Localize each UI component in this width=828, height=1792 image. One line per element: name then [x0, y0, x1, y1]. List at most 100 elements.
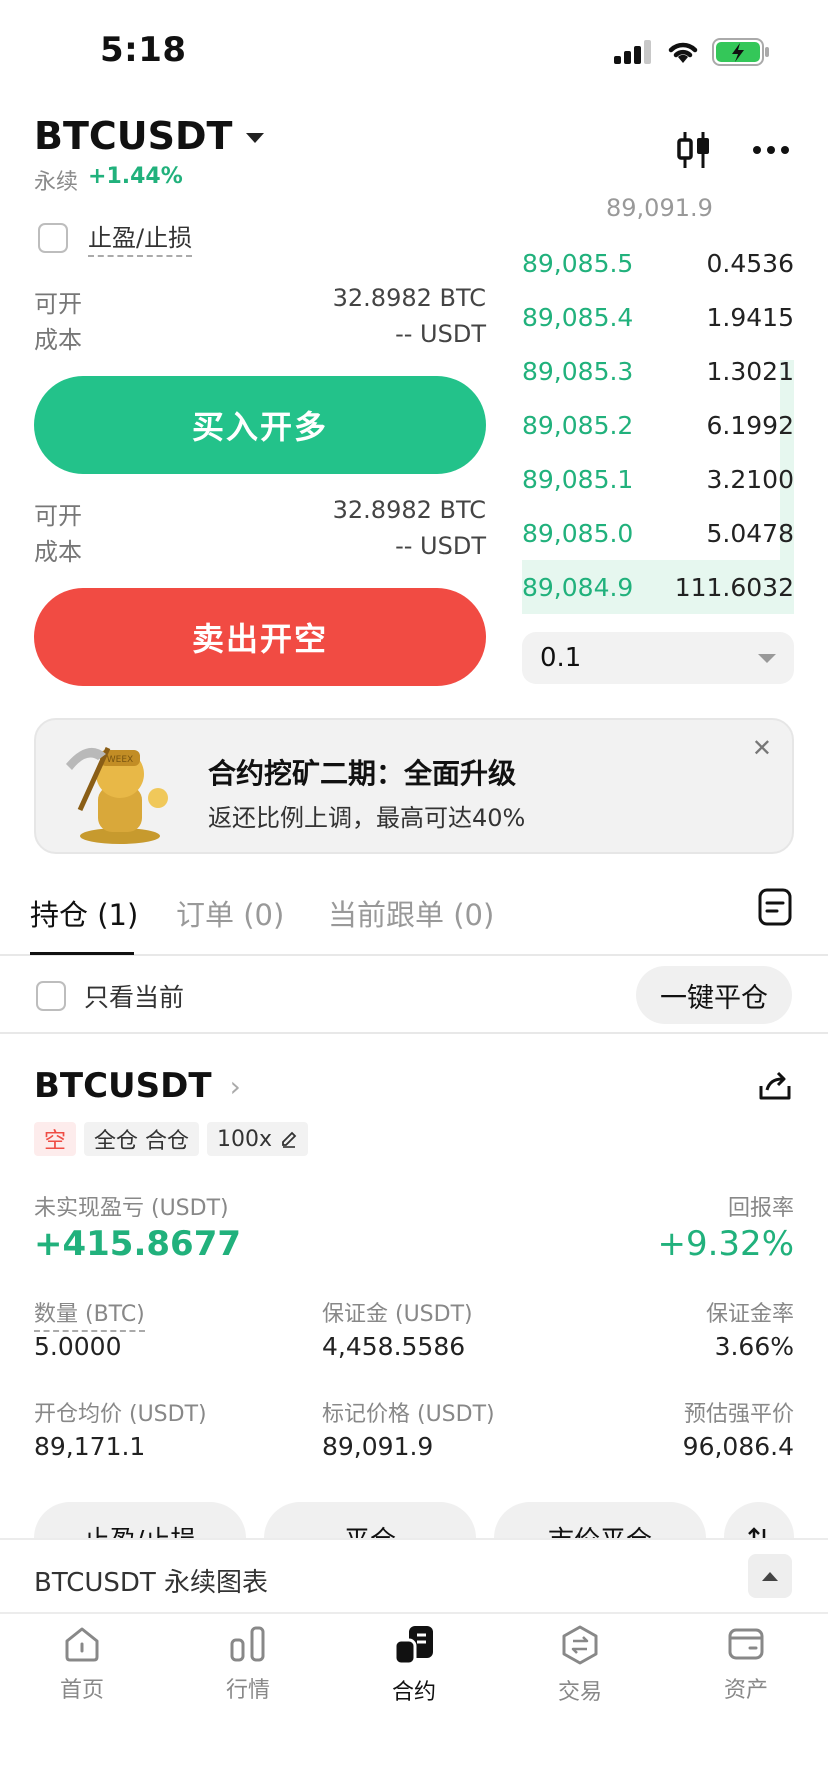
candlestick-icon[interactable]	[676, 130, 712, 170]
orderbook-row[interactable]: 89,085.0 5.0478	[522, 510, 794, 556]
tp-sl-checkbox[interactable]	[38, 222, 68, 253]
nav-assets[interactable]: 资产	[686, 1624, 806, 1704]
expand-chart-button[interactable]	[748, 1554, 792, 1598]
caret-down-icon	[246, 133, 265, 143]
close-all-button[interactable]: 一键平仓	[636, 966, 792, 1024]
more-icon[interactable]	[752, 145, 790, 155]
nav-home[interactable]: 首页	[22, 1624, 142, 1704]
entry-price-value: 89,171.1	[34, 1432, 146, 1461]
home-icon	[65, 1627, 99, 1662]
banner-title: 合约挖矿二期：全面升级	[208, 757, 517, 790]
nav-assets-label: 资产	[723, 1678, 768, 1703]
position-symbol[interactable]: BTCUSDT ›	[34, 1066, 241, 1106]
contract-type: 永续	[34, 170, 79, 195]
precision-select[interactable]: 0.1	[522, 632, 794, 684]
roe-label: 回报率	[727, 1196, 794, 1221]
dropdown-arrow-icon	[758, 653, 776, 663]
nav-trade-label: 交易	[557, 1680, 602, 1705]
signal-icon	[614, 40, 651, 64]
pair-subtitle: 永续 +1.44%	[34, 164, 183, 196]
sell-short-button[interactable]: 卖出开空	[34, 588, 486, 686]
entry-price-label: 开仓均价 (USDT)	[34, 1402, 207, 1427]
orderbook-last-price: 89,091.9	[606, 194, 713, 222]
qty-label: 数量 (BTC)	[34, 1296, 145, 1332]
tab-orders[interactable]: 订单 (0)	[176, 892, 284, 934]
filter-row: 只看当前 一键平仓	[0, 958, 828, 1034]
margin-value: 4,458.5586	[322, 1332, 466, 1361]
bid-price: 89,085.4	[522, 302, 634, 332]
margin-label: 保证金 (USDT)	[322, 1302, 473, 1327]
sell-available-value: 32.8982 BTC	[332, 496, 486, 524]
mascot-logo-text: WEEX	[107, 755, 133, 765]
bid-qty: 111.6032	[674, 572, 794, 602]
margin-rate-value: 3.66%	[714, 1332, 794, 1361]
bid-price: 89,085.0	[522, 518, 634, 548]
bid-price: 89,085.1	[522, 464, 634, 494]
nav-home-label: 首页	[59, 1678, 104, 1703]
buy-long-button[interactable]: 买入开多	[34, 376, 486, 474]
wallet-icon	[728, 1628, 764, 1660]
bid-price: 89,085.5	[522, 248, 634, 278]
history-list-icon[interactable]	[758, 888, 792, 926]
chart-drawer-label: BTCUSDT 永续图表	[34, 1568, 269, 1598]
bid-qty: 5.0478	[706, 518, 794, 548]
pnl-label: 未实现盈亏 (USDT)	[34, 1196, 229, 1221]
nav-markets[interactable]: 行情	[188, 1624, 308, 1704]
bid-price: 89,084.9	[522, 572, 634, 602]
buy-available-label: 可开	[34, 290, 82, 318]
orderbook-row[interactable]: 89,085.3 1.3021	[522, 348, 794, 394]
only-current-toggle[interactable]: 只看当前	[36, 978, 184, 1014]
orderbook-row[interactable]: 89,085.5 0.4536	[522, 240, 794, 286]
bid-price: 89,085.2	[522, 410, 634, 440]
chart-drawer-bar[interactable]: BTCUSDT 永续图表	[0, 1538, 828, 1614]
qty-value: 5.0000	[34, 1332, 122, 1361]
promo-banner[interactable]: WEEX 合约挖矿二期：全面升级 返还比例上调，最高可达40% ✕	[34, 718, 794, 854]
side-badge: 空	[34, 1122, 77, 1156]
nav-trade[interactable]: 交易	[520, 1624, 640, 1706]
banner-subtitle: 返还比例上调，最高可达40%	[208, 804, 526, 832]
leverage-value: 100x	[217, 1126, 273, 1152]
pnl-value: +415.8677	[34, 1224, 242, 1264]
wifi-icon	[668, 42, 698, 63]
precision-value: 0.1	[540, 643, 582, 673]
edit-icon	[282, 1131, 297, 1148]
mascot-image: WEEX	[66, 746, 168, 844]
margin-mode-badge[interactable]: 全仓 合仓	[84, 1122, 200, 1156]
bid-price: 89,085.3	[522, 356, 634, 386]
trade-icon	[562, 1625, 598, 1665]
leverage-badge[interactable]: 100x	[207, 1122, 309, 1156]
share-icon[interactable]	[758, 1070, 792, 1102]
tp-sl-toggle[interactable]: 止盈/止损	[38, 218, 193, 257]
buy-cost-label: 成本	[34, 326, 82, 354]
bottom-nav: 首页 行情 合约 交易 资产	[0, 1616, 828, 1792]
header-actions	[676, 130, 790, 170]
mark-price-value: 89,091.9	[322, 1432, 434, 1461]
bid-qty: 3.2100	[706, 464, 794, 494]
position-symbol-text: BTCUSDT	[34, 1066, 212, 1106]
tab-positions[interactable]: 持仓 (1)	[30, 892, 138, 934]
bid-qty: 6.1992	[706, 410, 794, 440]
sell-available-label: 可开	[34, 502, 82, 530]
caret-up-icon	[762, 1571, 778, 1581]
orderbook-row[interactable]: 89,084.9 111.6032	[522, 564, 794, 610]
tp-sl-label: 止盈/止损	[88, 218, 193, 257]
nav-markets-label: 行情	[225, 1678, 270, 1703]
orderbook-row[interactable]: 89,085.2 6.1992	[522, 402, 794, 448]
bid-qty: 0.4536	[706, 248, 794, 278]
sell-available-row: 可开 32.8982 BTC	[34, 496, 486, 531]
buy-cost-row: 成本 -- USDT	[34, 320, 486, 355]
tab-copy-trades[interactable]: 当前跟单 (0)	[328, 892, 494, 934]
close-icon[interactable]: ✕	[752, 734, 772, 762]
only-current-label: 只看当前	[84, 983, 185, 1012]
active-tab-indicator	[30, 952, 134, 955]
battery-icon	[712, 38, 769, 66]
price-change: +1.44%	[88, 164, 183, 189]
sell-cost-value: -- USDT	[395, 532, 486, 560]
pair-selector[interactable]: BTCUSDT	[34, 114, 265, 158]
orderbook-row[interactable]: 89,085.4 1.9415	[522, 294, 794, 340]
only-current-checkbox[interactable]	[36, 981, 66, 1011]
pair-name: BTCUSDT	[34, 114, 233, 158]
orderbook-row[interactable]: 89,085.1 3.2100	[522, 456, 794, 502]
liq-price-label: 预估强平价	[683, 1402, 794, 1427]
nav-futures[interactable]: 合约	[354, 1624, 474, 1706]
